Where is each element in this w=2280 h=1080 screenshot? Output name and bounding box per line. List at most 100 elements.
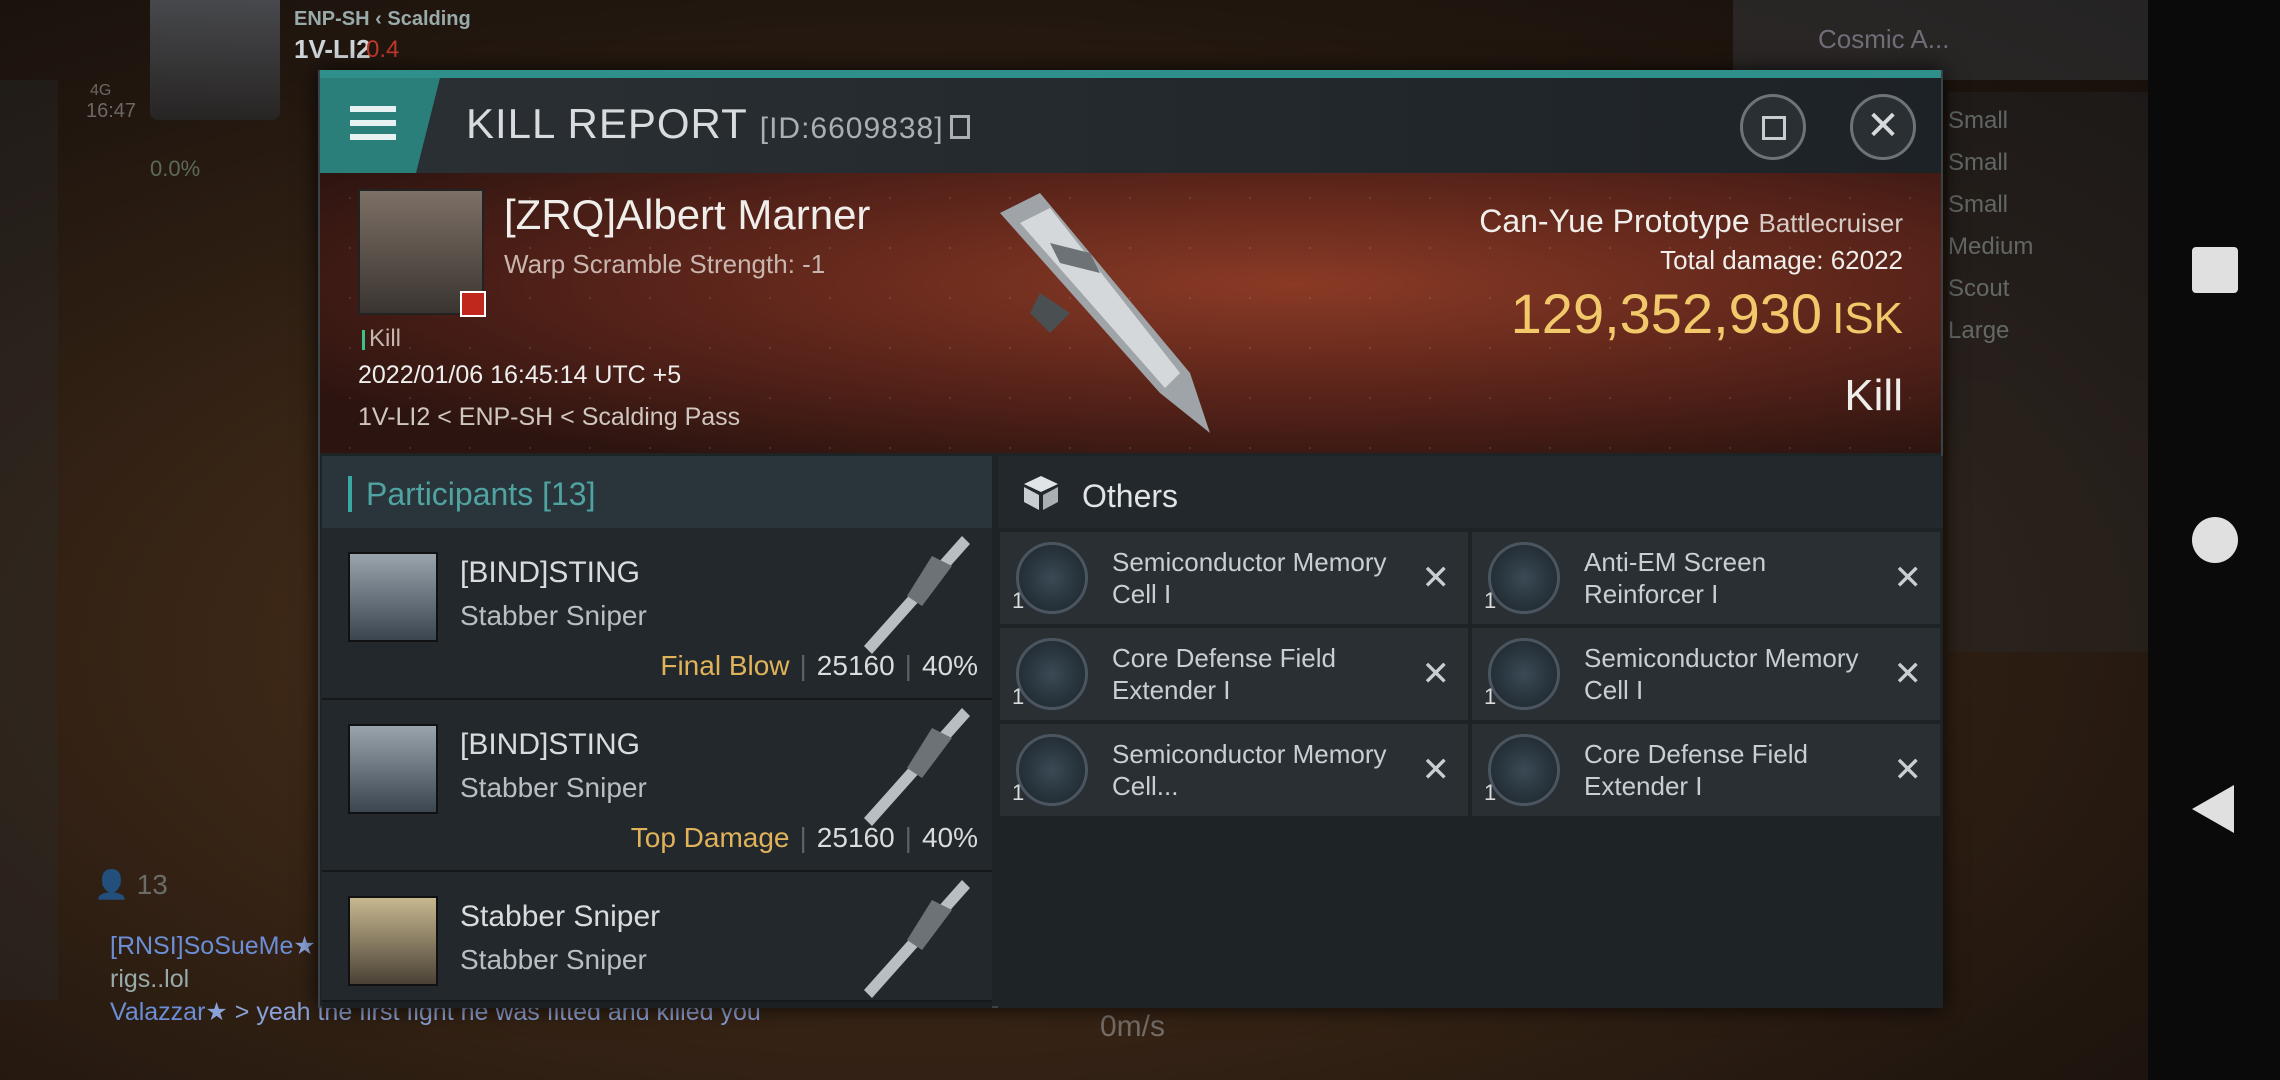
shield-extender-icon xyxy=(1016,638,1088,710)
ship-image[interactable] xyxy=(980,183,1280,443)
participant-ship: Stabber Sniper xyxy=(460,772,647,803)
participants-header: Participants [13] xyxy=(322,456,992,528)
participant-row[interactable]: [BIND]STING Stabber Sniper Final Blow | 25… xyxy=(322,528,992,700)
item-name: Semiconductor Memory Cell I xyxy=(1584,643,1859,705)
weapon-icon xyxy=(864,880,970,998)
ship-name[interactable]: Can-Yue Prototype Battlecruiser xyxy=(1479,203,1903,240)
victim-banner: [ZRQ]Albert Marner Warp Scramble Strengt… xyxy=(320,173,1941,453)
network-indicator: 4G xyxy=(90,82,112,99)
ship-class: Battlecruiser xyxy=(1758,208,1904,238)
home-button[interactable] xyxy=(2192,517,2238,563)
item-slot[interactable]: 1 Core Defense Field Extender I ✕ xyxy=(1000,628,1468,720)
item-quantity: 1 xyxy=(1484,684,1497,709)
destroyed-icon: ✕ xyxy=(1421,655,1451,693)
overview-filter-label: Cosmic A... xyxy=(1818,24,1950,54)
overview-item[interactable]: Small xyxy=(1948,192,2148,218)
others-header: Others xyxy=(998,456,1943,528)
back-button[interactable] xyxy=(2192,785,2234,833)
item-slot[interactable]: 1 Semiconductor Memory Cell I ✕ xyxy=(1000,532,1468,624)
item-name: Core Defense Field Extender I xyxy=(1112,643,1336,705)
overview-item[interactable]: Large xyxy=(1948,318,2148,344)
item-slot[interactable]: 1 Semiconductor Memory Cell I ✕ xyxy=(1472,628,1940,720)
item-quantity: 1 xyxy=(1012,684,1025,709)
participant-ship: Stabber Sniper xyxy=(460,944,647,975)
isk-value: 129,352,930 ISK xyxy=(1510,282,1903,345)
participant-name: [BIND]STING xyxy=(460,728,641,761)
participant-stats: Top Damage | 25160 | 40% xyxy=(630,822,978,853)
participant-ship: Stabber Sniper xyxy=(460,600,647,631)
item-name: Semiconductor Memory Cell... xyxy=(1112,739,1387,801)
memory-cell-icon xyxy=(1016,734,1088,806)
shield-extender-icon xyxy=(1488,734,1560,806)
speed-readout: 0m/s xyxy=(1100,1010,1166,1043)
security-status: 0.4 xyxy=(366,36,400,63)
destroyed-icon: ✕ xyxy=(1893,559,1923,597)
hostile-badge xyxy=(460,291,486,317)
panel-accent-line xyxy=(320,70,1941,78)
share-button[interactable] xyxy=(1740,94,1806,160)
overview-item[interactable]: Small xyxy=(1948,108,2148,134)
participant-portrait xyxy=(348,896,438,986)
share-icon xyxy=(1762,116,1786,140)
destroyed-icon: ✕ xyxy=(1893,751,1923,789)
item-slot[interactable]: 1 Semiconductor Memory Cell... ✕ xyxy=(1000,724,1468,816)
item-quantity: 1 xyxy=(1484,588,1497,613)
local-count[interactable]: 👤 13 xyxy=(94,868,168,901)
timestamp: 2022/01/06 16:45:14 UTC +5 xyxy=(358,361,682,389)
participant-portrait xyxy=(348,724,438,814)
system-nav-bar xyxy=(2148,0,2280,1080)
kill-report-panel: KILL REPORT [ID:6609838] ✕ [ZRQ]Albert Ma… xyxy=(318,70,1943,1008)
item-slot[interactable]: 1 Anti-EM Screen Reinforcer I ✕ xyxy=(1472,532,1940,624)
item-name: Anti-EM Screen Reinforcer I xyxy=(1584,547,1767,609)
memory-cell-icon xyxy=(1488,638,1560,710)
panel-titlebar: KILL REPORT [ID:6609838] ✕ xyxy=(320,78,1941,173)
percent-stat: 0.0% xyxy=(150,156,201,181)
participant-name: [BIND]STING xyxy=(460,556,641,589)
kill-tag: Kill xyxy=(362,325,401,353)
shield-reinforcer-icon xyxy=(1488,542,1560,614)
participant-row[interactable]: [BIND]STING Stabber Sniper Top Damage | 25… xyxy=(322,700,992,872)
overview-item[interactable]: Small xyxy=(1948,150,2148,176)
destroyed-icon: ✕ xyxy=(1893,655,1923,693)
participant-row[interactable]: Stabber Sniper Stabber Sniper xyxy=(322,872,992,1002)
destroyed-icon: ✕ xyxy=(1421,751,1451,789)
overview-item[interactable]: Medium xyxy=(1948,234,2148,260)
participant-name: Stabber Sniper xyxy=(460,900,661,933)
copy-icon[interactable] xyxy=(949,114,970,139)
cargo-box-icon xyxy=(1024,476,1058,510)
left-sidebar xyxy=(0,80,58,1000)
participant-stats: Final Blow | 25160 | 40% xyxy=(660,650,978,681)
total-damage: Total damage: 62022 xyxy=(1660,245,1903,275)
item-quantity: 1 xyxy=(1012,780,1025,805)
item-quantity: 1 xyxy=(1012,588,1025,613)
constellation-name: ENP-SH ‹ Scalding xyxy=(294,8,471,30)
warp-scramble-strength: Warp Scramble Strength: -1 xyxy=(504,249,826,279)
report-id: [ID:6609838] xyxy=(759,112,944,145)
panel-title: KILL REPORT [ID:6609838] xyxy=(466,100,970,148)
overview-item[interactable]: Scout xyxy=(1948,276,2148,302)
game-screen: ENP-SH ‹ Scalding 1V-LI2 0.4 4G 16:47 0.… xyxy=(0,0,2280,1080)
item-name: Core Defense Field Extender I xyxy=(1584,739,1808,801)
close-button[interactable]: ✕ xyxy=(1850,94,1916,160)
victim-name[interactable]: [ZRQ]Albert Marner xyxy=(504,191,870,239)
menu-button[interactable] xyxy=(320,78,440,173)
item-quantity: 1 xyxy=(1484,780,1497,805)
chat-sender[interactable]: [RNSI]SoSueMe xyxy=(110,932,293,960)
clock: 16:47 xyxy=(86,100,137,122)
kill-result: Kill xyxy=(1844,371,1903,420)
destroyed-icon: ✕ xyxy=(1421,559,1451,597)
recents-button[interactable] xyxy=(2192,247,2238,293)
location[interactable]: 1V-LI2 < ENP-SH < Scalding Pass xyxy=(358,403,740,432)
item-slot[interactable]: 1 Core Defense Field Extender I ✕ xyxy=(1472,724,1940,816)
chat-sender[interactable]: Valazzar xyxy=(110,998,205,1026)
weapon-icon xyxy=(864,708,970,826)
pilot-portrait[interactable] xyxy=(150,0,280,120)
participants-list[interactable]: Participants [13] [BIND]STING Stabber Sn… xyxy=(322,456,992,1008)
others-section: Others 1 Semiconductor Memory Cell I ✕ 1… xyxy=(998,456,1943,1008)
participant-portrait xyxy=(348,552,438,642)
memory-cell-icon xyxy=(1016,542,1088,614)
overview-list[interactable]: Small Small Small Medium Scout Large xyxy=(1948,92,2148,652)
system-name[interactable]: 1V-LI2 xyxy=(294,34,371,65)
weapon-icon xyxy=(864,536,970,654)
item-name: Semiconductor Memory Cell I xyxy=(1112,547,1387,609)
